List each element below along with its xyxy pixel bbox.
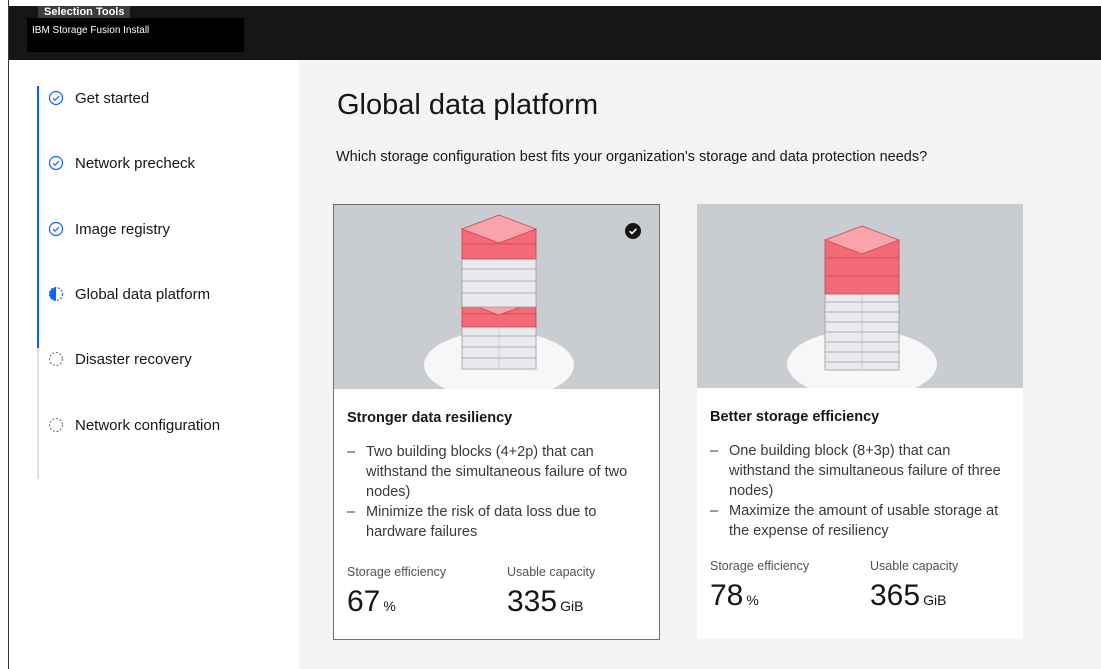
efficiency-unit: % xyxy=(746,592,759,608)
option-title: Stronger data resiliency xyxy=(347,410,513,426)
progress-track-completed xyxy=(37,86,39,348)
efficiency-value: 78% xyxy=(710,579,759,613)
app-title: IBM Storage Fusion Install xyxy=(27,18,244,52)
step-label: Get started xyxy=(75,89,150,107)
option-card-better-efficiency[interactable]: Better storage efficiency One building b… xyxy=(697,204,1023,639)
list-item: Minimize the risk of data loss due to ha… xyxy=(347,502,647,542)
page-title: Global data platform xyxy=(337,89,599,121)
option-title: Better storage efficiency xyxy=(710,409,880,425)
step-label: Global data platform xyxy=(75,285,211,303)
efficiency-value: 67% xyxy=(347,585,396,619)
efficiency-unit: % xyxy=(383,598,396,614)
step-label: Image registry xyxy=(75,220,171,238)
capacity-number: 365 xyxy=(870,579,921,612)
step-network-configuration[interactable]: Network configuration xyxy=(48,414,220,436)
storage-illustration xyxy=(334,205,659,389)
step-get-started[interactable]: Get started xyxy=(48,87,149,109)
selection-tools-label: Selection Tools xyxy=(38,6,131,18)
step-label: Network configuration xyxy=(75,416,221,434)
list-item: Two building blocks (4+2p) that can with… xyxy=(347,442,647,502)
list-item: Maximize the amount of usable storage at… xyxy=(710,501,1010,541)
efficiency-number: 78 xyxy=(710,579,744,612)
block-stack xyxy=(824,225,900,371)
storage-illustration xyxy=(697,204,1023,388)
two-building-blocks-illustration xyxy=(424,214,574,389)
step-label: Disaster recovery xyxy=(75,350,192,368)
step-network-precheck[interactable]: Network precheck xyxy=(48,152,195,174)
half-circle-icon xyxy=(48,286,64,302)
checkmark-outline-icon xyxy=(48,90,64,106)
list-item: One building block (8+3p) that can withs… xyxy=(710,441,1010,501)
option-description-list: Two building blocks (4+2p) that can with… xyxy=(347,442,647,542)
option-card-stronger-resiliency[interactable]: Stronger data resiliency Two building bl… xyxy=(333,204,660,640)
capacity-label: Usable capacity xyxy=(870,559,959,573)
capacity-unit: GiB xyxy=(560,598,584,614)
capacity-value: 335 GiB xyxy=(507,585,583,619)
capacity-unit: GiB xyxy=(923,592,947,608)
step-image-registry[interactable]: Image registry xyxy=(48,218,170,240)
one-building-block-illustration xyxy=(787,225,937,388)
option-description-list: One building block (8+3p) that can withs… xyxy=(710,441,1010,541)
capacity-value: 365 GiB xyxy=(870,579,946,613)
dashed-circle-icon xyxy=(48,417,64,433)
efficiency-label: Storage efficiency xyxy=(710,559,810,573)
capacity-label: Usable capacity xyxy=(507,565,596,579)
capacity-number: 335 xyxy=(507,585,558,618)
step-label: Network precheck xyxy=(75,154,196,172)
checkmark-outline-icon xyxy=(48,155,64,171)
install-window: Selection Tools IBM Storage Fusion Insta… xyxy=(0,0,1101,669)
upper-block-stack xyxy=(461,214,537,321)
checkmark-outline-icon xyxy=(48,221,64,237)
checkmark-filled-icon xyxy=(625,223,641,239)
step-global-data-platform[interactable]: Global data platform xyxy=(48,283,210,305)
efficiency-number: 67 xyxy=(347,585,381,618)
efficiency-label: Storage efficiency xyxy=(347,565,447,579)
step-disaster-recovery[interactable]: Disaster recovery xyxy=(48,348,192,370)
dashed-circle-icon xyxy=(48,351,64,367)
page-question: Which storage configuration best fits yo… xyxy=(336,149,928,165)
